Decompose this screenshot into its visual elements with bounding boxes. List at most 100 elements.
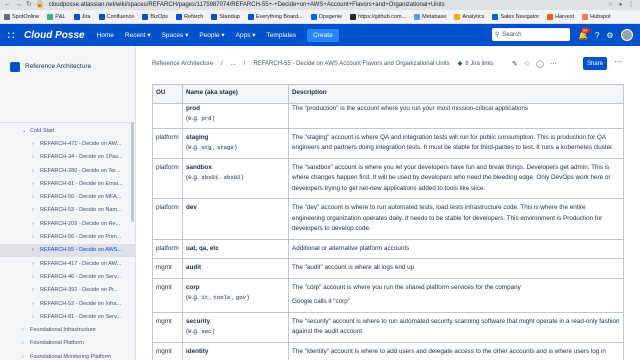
help-icon[interactable]: ?	[595, 31, 599, 40]
overflow-menu-icon[interactable]: ⋯	[614, 57, 622, 66]
settings-icon[interactable]: ⚙	[606, 31, 613, 40]
bookmark-favicon-icon	[310, 13, 317, 20]
nav-home[interactable]: Home	[97, 32, 114, 39]
forward-icon[interactable]: →	[15, 0, 22, 10]
tree-item-label: Cold Start	[30, 127, 55, 134]
bookmark-label: Refarch	[184, 13, 204, 20]
tree-section-cold-start[interactable]: ⌄ Cold Start	[0, 124, 135, 137]
space-header[interactable]: Reference Architecture	[0, 46, 135, 76]
tree-item-label: REFARCH-34 - Decide on 1Pas...	[40, 154, 123, 161]
more-actions-icon[interactable]: ⋯	[550, 60, 557, 68]
breadcrumb-page[interactable]: REFARCH-55 - Decide on AWS Account Flavo…	[253, 61, 449, 67]
breadcrumb-space[interactable]: Reference Architecture	[152, 61, 213, 67]
sidebar-scrollbar[interactable]	[131, 122, 134, 222]
chevron-icon: ›	[22, 340, 24, 347]
bookmark-item[interactable]: Metabase	[414, 13, 446, 20]
alias-prefix: (e.g.	[186, 114, 201, 122]
browser-address-bar: ← → ↻ 🔒 cloudposse.atlassian.net/wiki/sp…	[0, 0, 640, 10]
cell-description: The "identity" account is where to add u…	[288, 341, 624, 360]
topnav-right-icons: 🔔 9+ ? ⚙	[578, 24, 633, 46]
description-text: The "audit" account is where all logs en…	[292, 264, 415, 271]
bookmark-item[interactable]: Everything Board...	[247, 13, 303, 20]
bookmark-item[interactable]: Opsgenie	[310, 13, 342, 20]
bookmark-item[interactable]: Standup	[211, 13, 240, 20]
avatar[interactable]	[620, 29, 633, 41]
alias-suffix: )	[212, 328, 215, 335]
alias-suffix: )	[241, 174, 244, 181]
account-aliases: (e.g. sbx01, sbx02)	[186, 174, 244, 181]
tree-item-label: REFARCH-46 - Decide on Serv...	[40, 273, 121, 280]
nav-spaces[interactable]: Spaces ▾	[162, 31, 189, 39]
search-placeholder: Search	[502, 31, 522, 38]
chevron-icon: ›	[32, 234, 34, 241]
tree-page-item[interactable]: › REFARCH-56 - Decide on Prim...	[0, 230, 135, 243]
tree-page-item[interactable]: › REFARCH-81 - Decide on Serv...	[0, 310, 135, 323]
bookmark-item[interactable]: https://github.com...	[350, 13, 406, 20]
tree-section-item[interactable]: › Foundational Infrastructure	[0, 323, 135, 336]
bookmark-item[interactable]: P&L	[47, 13, 66, 20]
alias-prefix: (e.g.	[186, 328, 201, 335]
app-switcher-icon[interactable]: ∷	[0, 24, 22, 46]
watch-icon[interactable]: ◯	[536, 60, 544, 68]
description-text: The "production" is the account where yo…	[292, 104, 529, 112]
reload-icon[interactable]: ↻	[26, 0, 32, 10]
tree-page-item[interactable]: › REFARCH-417 - Decide on AW...	[0, 257, 135, 270]
account-name: dev	[186, 204, 197, 211]
create-button[interactable]: Create	[307, 28, 339, 42]
tree-page-item[interactable]: › REFARCH-280 - Decide on Ter...	[0, 164, 135, 177]
bookmark-label: P&L	[55, 13, 66, 20]
nav-people[interactable]: People ▾	[199, 31, 224, 39]
share-button[interactable]: Share	[583, 57, 607, 70]
edit-icon[interactable]: ✎	[512, 60, 518, 68]
account-name: staging	[186, 133, 209, 141]
bookmark-item[interactable]: SpotOnline	[4, 13, 39, 20]
page-tree: ⌄ Cold Start › REFARCH-471 - Decide on AW..…	[0, 124, 135, 360]
tree-page-item[interactable]: › REFARCH-53 - Decide on Nam...	[0, 204, 135, 217]
chevron-icon: ›	[32, 154, 34, 161]
cell-name: security (e.g. sec)	[182, 311, 289, 343]
bookmark-item[interactable]: Hubspot	[582, 13, 611, 20]
bookmark-item[interactable]: Analytics	[454, 13, 484, 20]
bookmark-label: Harvest	[555, 13, 575, 20]
tree-page-item[interactable]: › REFARCH-52 - Decide on Infra...	[0, 297, 135, 310]
browser-toolbar-icons[interactable]: ☆ ● ⋮	[608, 0, 636, 10]
tree-page-item[interactable]: › REFARCH-34 - Decide on 1Pas...	[0, 151, 135, 164]
nav-recent[interactable]: Recent ▾	[125, 31, 151, 39]
bookmark-item[interactable]: Sales Navigator	[492, 13, 539, 20]
bookmark-item[interactable]: BizOps	[142, 13, 168, 20]
tree-item-label: REFARCH-417 - Decide on AW...	[40, 260, 122, 267]
chevron-icon: ›	[32, 273, 34, 280]
notifications-icon[interactable]: 🔔 9+	[578, 27, 591, 40]
bookmark-item[interactable]: Jira	[73, 13, 91, 20]
nav-apps[interactable]: Apps ▾	[236, 31, 256, 39]
url-field[interactable]: cloudposse.atlassian.net/wiki/spaces/REF…	[49, 0, 569, 10]
tree-page-item[interactable]: › REFARCH-392 - Decide on Pr...	[0, 284, 135, 297]
site-logo[interactable]: Cloud Posse	[24, 30, 85, 41]
search-input[interactable]: ⚲ Search	[492, 28, 570, 41]
breadcrumb-ellipsis[interactable]: ...	[231, 61, 236, 67]
tree-section-item[interactable]: › Foundational Monitoring Platform	[0, 350, 135, 360]
bookmark-item[interactable]: Confluence	[98, 13, 134, 20]
tree-page-item[interactable]: › REFARCH-46 - Decide on Serv...	[0, 270, 135, 283]
tree-page-item[interactable]: › REFARCH-471 - Decide on AW...	[0, 137, 135, 150]
tree-page-item[interactable]: › REFARCH-50 - Decide on MFA...	[0, 190, 135, 203]
bookmark-item[interactable]: Refarch	[176, 13, 204, 20]
bookmark-favicon-icon	[454, 13, 461, 20]
tree-page-item[interactable]: › REFARCH-55 - Decide on AWS...	[0, 243, 135, 257]
chevron-icon: ›	[32, 207, 34, 214]
tree-page-item[interactable]: › REFARCH-81 - Decide on Emai...	[0, 177, 135, 190]
tree-item-label: Foundational Platform	[30, 340, 84, 347]
nav-templates[interactable]: Templates	[267, 32, 297, 39]
description-text: Additional or alternative platform accou…	[292, 244, 410, 252]
tree-section-item[interactable]: › Foundational Platform	[0, 337, 135, 350]
jira-links[interactable]: ◆ 8 Jira links	[458, 60, 494, 68]
account-name: audit	[186, 264, 202, 271]
cell-description: The "security" account is where to run a…	[288, 311, 624, 343]
back-icon[interactable]: ←	[4, 0, 11, 10]
tree-page-item[interactable]: › REFARCH-209 - Decide on Re...	[0, 217, 135, 230]
account-name: identity	[186, 347, 209, 355]
cell-ou: platform	[152, 157, 183, 199]
bookmark-item[interactable]: Harvest	[547, 13, 575, 20]
star-icon[interactable]: ☆	[524, 60, 530, 68]
bookmark-favicon-icon	[142, 13, 149, 20]
